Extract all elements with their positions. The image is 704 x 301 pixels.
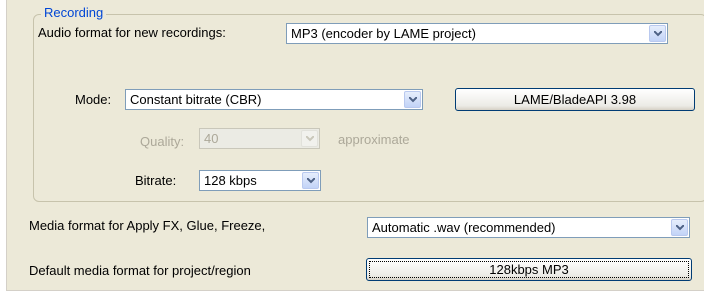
chevron-down-icon[interactable] xyxy=(404,91,421,108)
audio-format-label: Audio format for new recordings: xyxy=(38,25,226,40)
mode-value: Constant bitrate (CBR) xyxy=(130,92,262,107)
mode-select[interactable]: Constant bitrate (CBR) xyxy=(125,89,423,110)
apply-fx-format-label: Media format for Apply FX, Glue, Freeze, xyxy=(29,218,266,233)
quality-select[interactable]: 40 xyxy=(199,128,320,149)
encoder-settings-button[interactable]: LAME/BladeAPI 3.98 xyxy=(455,88,695,111)
default-media-format-button[interactable]: 128kbps MP3 xyxy=(366,258,692,281)
preferences-panel: Recording Audio format for new recording… xyxy=(6,0,704,291)
quality-approximate-text: approximate xyxy=(338,132,410,147)
audio-format-value: MP3 (encoder by LAME project) xyxy=(291,26,476,41)
bitrate-value: 128 kbps xyxy=(204,173,257,188)
quality-value: 40 xyxy=(204,131,219,146)
audio-format-select[interactable]: MP3 (encoder by LAME project) xyxy=(286,23,668,44)
chevron-down-icon[interactable] xyxy=(301,130,318,147)
quality-label: Quality: xyxy=(140,134,185,149)
chevron-down-icon[interactable] xyxy=(671,219,688,236)
chevron-down-icon[interactable] xyxy=(649,25,666,42)
apply-fx-format-value: Automatic .wav (recommended) xyxy=(372,220,556,235)
default-media-format-label: Default media format for project/region xyxy=(29,263,251,278)
bitrate-select[interactable]: 128 kbps xyxy=(199,170,321,191)
apply-fx-format-select[interactable]: Automatic .wav (recommended) xyxy=(367,217,690,238)
mode-label: Mode: xyxy=(75,92,112,107)
bitrate-label: Bitrate: xyxy=(135,173,177,188)
recording-group-title: Recording xyxy=(41,4,107,22)
chevron-down-icon[interactable] xyxy=(302,172,319,189)
